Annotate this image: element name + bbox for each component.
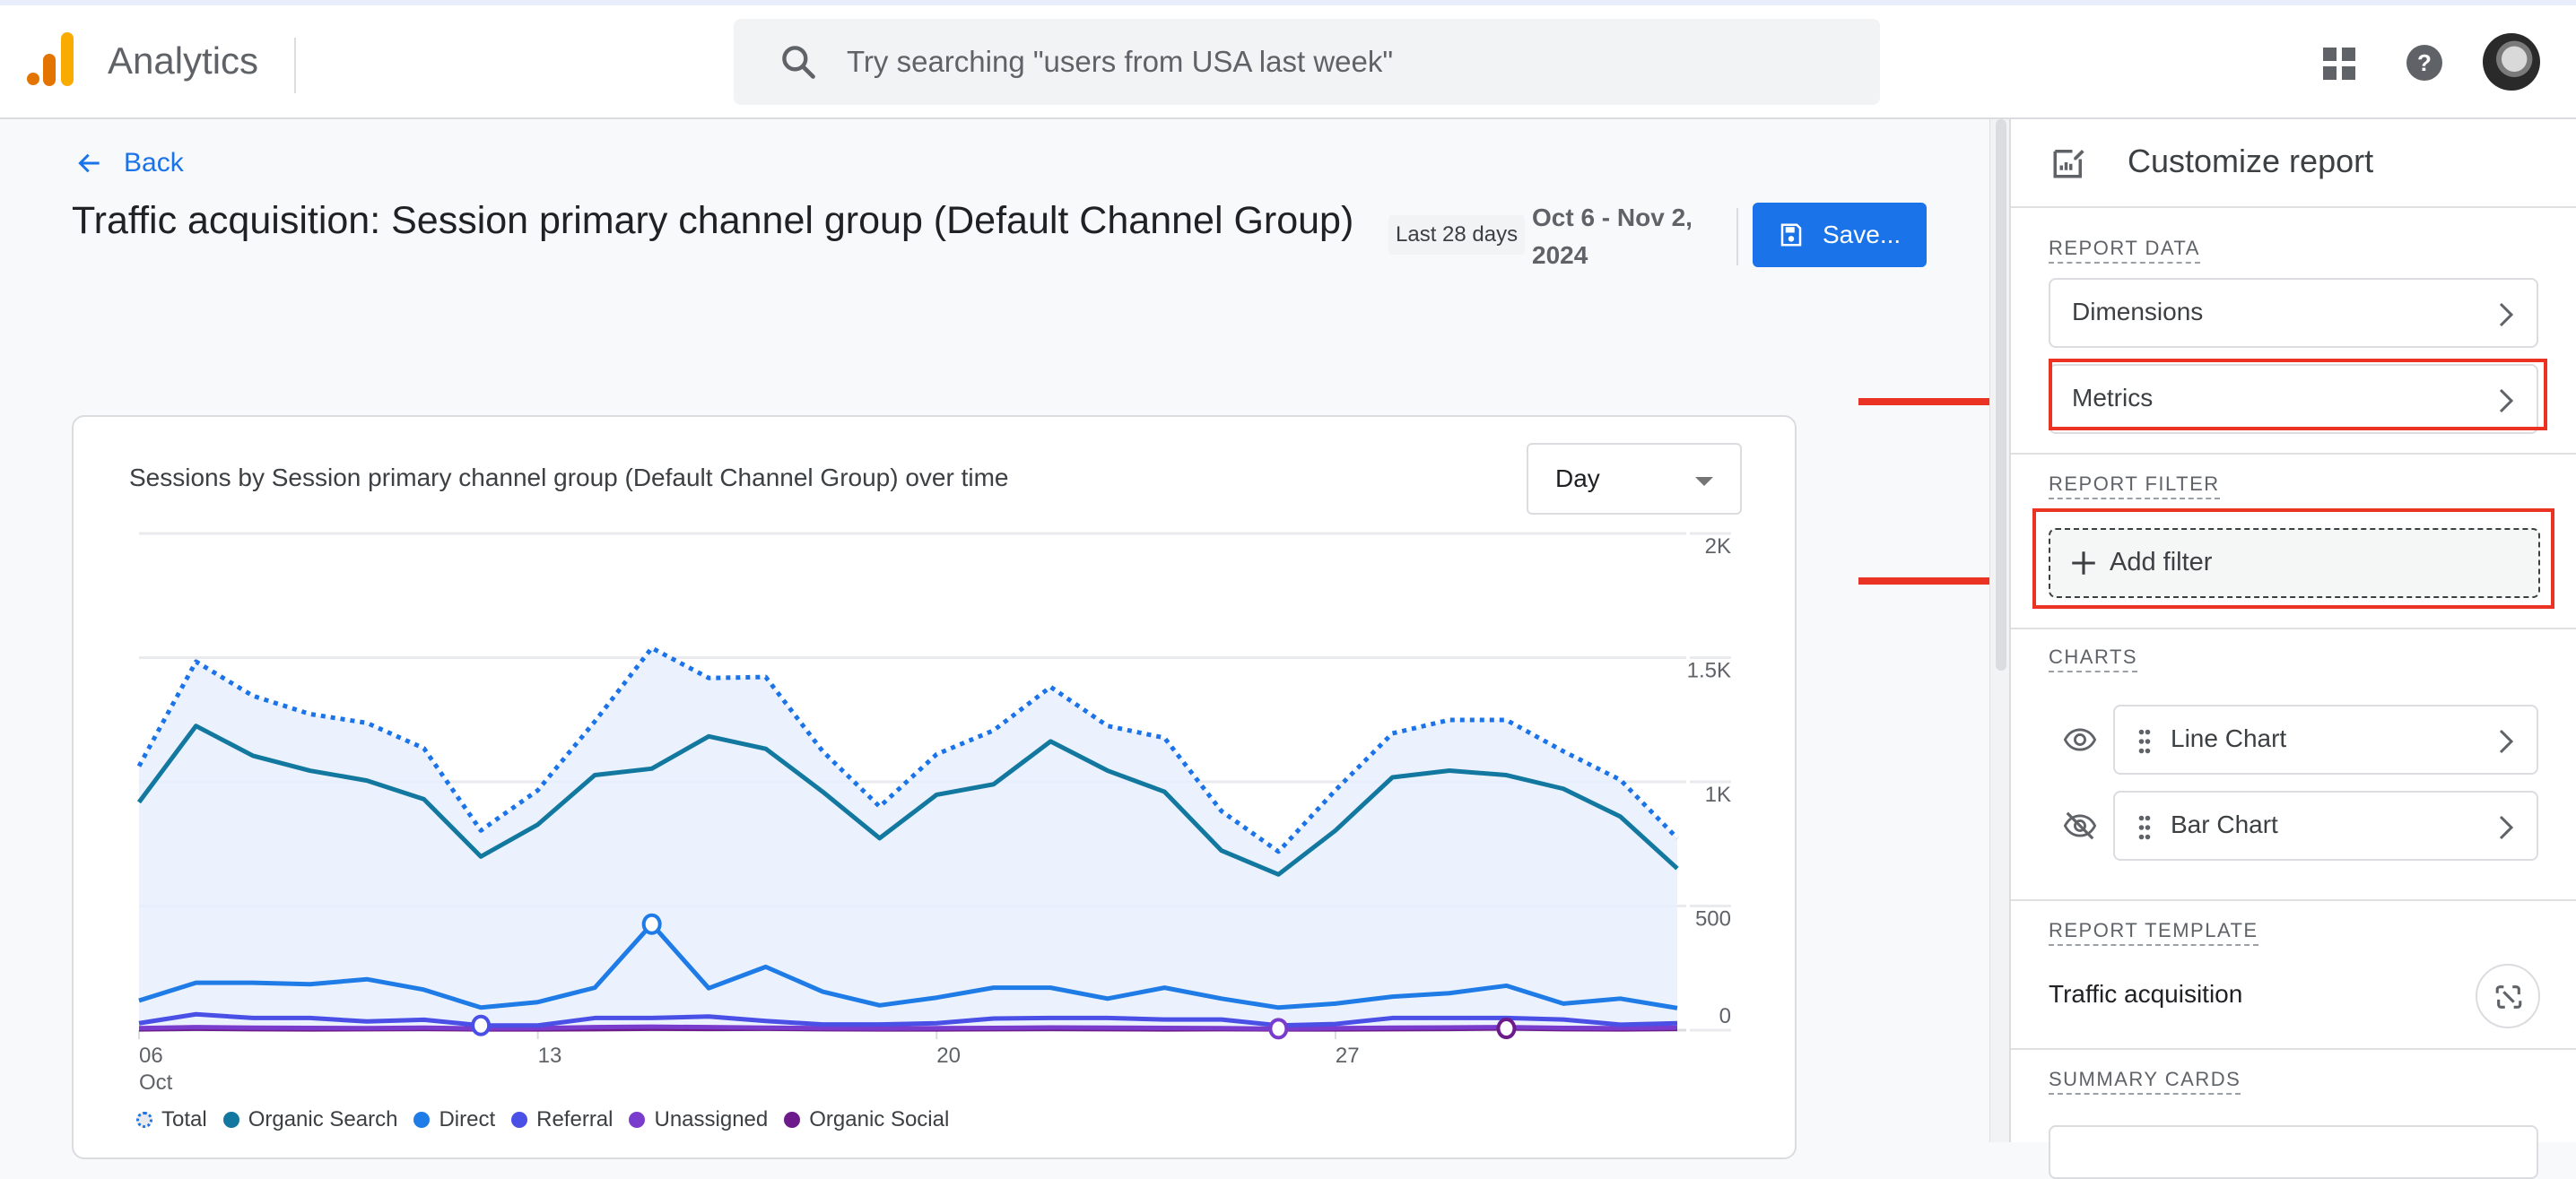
chevron-right-icon	[2499, 729, 2514, 754]
eye-visible-icon[interactable]	[2063, 723, 2097, 757]
save-button[interactable]: Save...	[1753, 203, 1927, 267]
data-point-marker-unassigned	[1268, 1018, 1289, 1040]
bar-chart-label: Bar Chart	[2171, 811, 2278, 838]
legend-item[interactable]: Referral	[511, 1107, 613, 1132]
chevron-right-icon	[2499, 815, 2514, 840]
line-chart-button[interactable]: Line Chart	[2113, 705, 2538, 775]
x-tick-label: 27	[1336, 1044, 1360, 1068]
legend-label: Direct	[439, 1107, 496, 1131]
section-label-charts: CHARTS	[2049, 646, 2138, 672]
chart-legend: Total Organic Search Direct Referral Unassig…	[136, 1107, 965, 1132]
section-report-template: REPORT TEMPLATE Traffic acquisition	[2011, 901, 2576, 1050]
legend-item[interactable]: Unassigned	[629, 1107, 768, 1132]
back-link[interactable]: Back	[75, 143, 184, 183]
link-off-icon	[2495, 985, 2522, 1009]
app-header: Analytics ?	[0, 5, 2576, 119]
search-icon	[782, 46, 815, 79]
dimensions-button[interactable]: Dimensions	[2049, 278, 2538, 348]
legend-item[interactable]: Total	[136, 1107, 207, 1132]
y-tick-label: 2K	[1705, 534, 1731, 559]
customize-report-panel: Customize report REPORT DATA Dimensions …	[2009, 119, 2576, 1179]
y-tick-label: 1.5K	[1687, 659, 1731, 683]
date-range-chip[interactable]: Last 28 days	[1388, 215, 1526, 255]
section-label-report-filter: REPORT FILTER	[2049, 472, 2220, 499]
chart-card: Sessions by Session primary channel grou…	[72, 415, 1797, 1159]
legend-label: Organic Search	[248, 1107, 398, 1131]
app-name: Analytics	[108, 39, 259, 82]
apps-grid-icon[interactable]	[2321, 46, 2357, 82]
date-range[interactable]: Oct 6 - Nov 2, 2024	[1532, 199, 1711, 274]
legend-label: Total	[161, 1107, 207, 1131]
y-tick-label: 500	[1695, 907, 1731, 932]
panel-header: Customize report	[2011, 119, 2576, 208]
legend-swatch	[629, 1112, 646, 1128]
data-point-marker-direct	[641, 913, 662, 935]
header-divider	[294, 38, 296, 93]
analytics-logo-icon[interactable]	[27, 32, 75, 86]
section-label-summary-cards: SUMMARY CARDS	[2049, 1068, 2241, 1095]
legend-label: Referral	[536, 1107, 614, 1131]
legend-swatch	[511, 1112, 528, 1128]
line-chart-label: Line Chart	[2171, 724, 2287, 752]
highlight-box-metrics	[2049, 359, 2547, 430]
bar-chart-button[interactable]: Bar Chart	[2113, 791, 2538, 861]
y-tick-label: 1K	[1705, 783, 1731, 807]
highlight-box-add-filter	[2032, 508, 2554, 609]
dimensions-label: Dimensions	[2072, 298, 2204, 325]
page-title: Traffic acquisition: Session primary cha…	[72, 199, 1354, 242]
search-bar[interactable]	[734, 19, 1880, 105]
line-chart: 0 500 1K 1.5K 2K 06 Oct 13 20 27	[136, 532, 1731, 1095]
chevron-right-icon	[2499, 302, 2514, 327]
legend-swatch	[413, 1112, 431, 1128]
chart-row-line: Line Chart	[2011, 705, 2576, 776]
title-divider	[1736, 208, 1738, 265]
series-line-unassigned	[138, 1024, 1678, 1031]
legend-item[interactable]: Organic Social	[784, 1107, 949, 1132]
summary-card-item[interactable]	[2049, 1125, 2538, 1179]
panel-title: Customize report	[2128, 143, 2374, 179]
main-scrollbar-thumb[interactable]	[1996, 119, 2006, 671]
search-input[interactable]	[847, 19, 1833, 105]
legend-label: Unassigned	[654, 1107, 769, 1131]
data-point-marker-organic-social	[1496, 1018, 1517, 1040]
eye-hidden-icon[interactable]	[2063, 809, 2097, 843]
chart-row-bar: Bar Chart	[2011, 791, 2576, 863]
legend-item[interactable]: Organic Search	[222, 1107, 398, 1132]
account-avatar[interactable]	[2483, 33, 2540, 91]
edit-chart-icon	[2053, 150, 2084, 178]
y-tick-label: 0	[1719, 1004, 1731, 1028]
help-icon[interactable]: ?	[2406, 44, 2443, 82]
section-label-report-data: REPORT DATA	[2049, 237, 2200, 264]
x-tick-label: 13	[538, 1044, 562, 1068]
save-label: Save...	[1823, 221, 1902, 248]
unlink-template-button[interactable]	[2476, 964, 2540, 1028]
section-charts: CHARTS Line Chart Bar Chart	[2011, 629, 2576, 901]
x-tick-label: 06	[139, 1044, 163, 1068]
section-report-data: REPORT DATA Dimensions Metrics	[2011, 208, 2576, 455]
save-icon	[1780, 223, 1802, 247]
data-point-marker-referral	[471, 1014, 492, 1036]
x-tick-sublabel: Oct	[139, 1071, 173, 1095]
legend-label: Organic Social	[809, 1107, 950, 1131]
section-report-filter: REPORT FILTER Add filter	[2011, 455, 2576, 629]
section-label-report-template: REPORT TEMPLATE	[2049, 919, 2258, 946]
drag-handle-icon[interactable]	[2138, 814, 2151, 841]
x-tick-label: 20	[936, 1044, 961, 1068]
drag-handle-icon[interactable]	[2138, 728, 2151, 755]
legend-item[interactable]: Direct	[413, 1107, 495, 1132]
arrow-back-icon	[78, 153, 100, 173]
legend-swatch	[784, 1112, 801, 1128]
legend-swatch	[222, 1112, 239, 1128]
template-name: Traffic acquisition	[2049, 980, 2243, 1008]
total-area-fill	[139, 647, 1677, 1030]
legend-swatch	[136, 1112, 152, 1128]
svg-text:?: ?	[2417, 49, 2432, 76]
back-label: Back	[124, 148, 184, 178]
